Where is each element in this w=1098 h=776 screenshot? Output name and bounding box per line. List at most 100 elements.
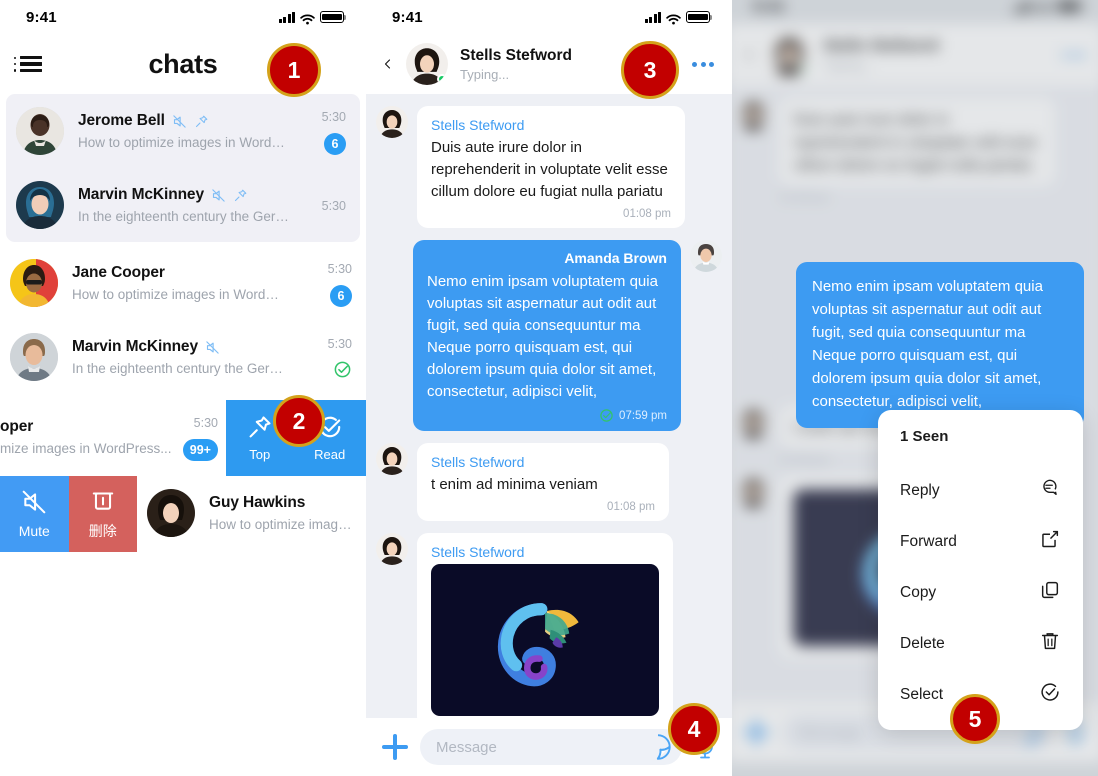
message-meta: 01:08 pm xyxy=(431,501,655,513)
message-time: 01:08 pm xyxy=(623,208,671,220)
message-preview: In the eighteenth century the German phi… xyxy=(78,209,290,224)
plus-icon[interactable] xyxy=(382,734,408,760)
unread-badge: 99+ xyxy=(182,438,218,461)
list-item-body: oper mize images in WordPress... xyxy=(0,418,183,456)
list-item[interactable]: Jane Cooper How to optimize images in Wo… xyxy=(0,246,366,320)
list-item-partial[interactable]: Guy Hawkins How to optimize images in W xyxy=(137,476,366,550)
list-item[interactable]: Marvin McKinney In the eighteenth centur… xyxy=(0,320,366,394)
message-time: 07:59 pm xyxy=(619,409,667,422)
conversation-screen: 9:41 Stells Stefword Typing... Stells St… xyxy=(366,0,732,776)
contact-name: Guy Hawkins xyxy=(209,494,306,511)
status-bar-icons xyxy=(644,11,713,23)
swipe-action-top[interactable]: Top xyxy=(247,414,273,462)
list-item-title-row: Jane Cooper xyxy=(72,264,320,282)
swipe-action-label: Mute xyxy=(18,523,50,539)
message-preview: In the eighteenth century the German phi… xyxy=(72,361,284,376)
timestamp: 5:30 xyxy=(321,199,346,213)
trash-icon xyxy=(90,487,116,516)
context-menu-label: Reply xyxy=(900,481,940,499)
mute-icon xyxy=(205,340,220,355)
list-item[interactable]: Jerome Bell How to optimize images in Wo… xyxy=(6,94,360,168)
cellular-signal-icon xyxy=(278,11,295,23)
avatar xyxy=(690,240,722,272)
chameleon-logo-image[interactable] xyxy=(431,564,659,716)
list-item-meta: 5:30 6 xyxy=(328,246,352,320)
screenshot-stage: 9:41 chats Jerome Bell How to optimize i… xyxy=(0,0,1098,776)
list-item-title-row: Jerome Bell xyxy=(78,112,314,130)
chevron-left-icon[interactable] xyxy=(382,54,394,74)
pin-icon xyxy=(194,114,209,129)
message-preview: How to optimize images in WordPress for.… xyxy=(78,135,290,150)
list-item-partial[interactable]: oper mize images in WordPress... 5:30 99… xyxy=(0,400,226,474)
message-bubble[interactable]: Stells Stefword t enim ad minima veniam … xyxy=(417,443,669,521)
list-item-title-row: oper xyxy=(0,418,175,436)
seen-count-label: 1 Seen xyxy=(900,428,949,445)
annotation-marker-2: 2 xyxy=(273,395,325,447)
chat-list: Jerome Bell How to optimize images in Wo… xyxy=(0,94,366,552)
wifi-icon xyxy=(666,12,681,23)
message-incoming: Stells Stefword Duis aute irure dolor in… xyxy=(376,106,722,228)
message-bubble[interactable]: Stells Stefword xyxy=(417,533,673,728)
avatar xyxy=(16,181,64,229)
context-menu-item-delete[interactable]: Delete xyxy=(878,618,1083,669)
message-text: Nemo enim ipsam voluptatem quia voluptas… xyxy=(812,278,1043,410)
context-menu-item-reply[interactable]: Reply xyxy=(878,465,1083,516)
avatar xyxy=(10,259,58,307)
message-preview: How to optimize images in WordPress for.… xyxy=(72,287,284,302)
sticker-icon[interactable] xyxy=(644,733,672,761)
list-item-title-row: Marvin McKinney xyxy=(72,338,320,356)
status-bar-time: 9:41 xyxy=(26,8,57,26)
battery-icon xyxy=(686,11,713,23)
forward-share-icon xyxy=(1039,528,1061,555)
avatar xyxy=(376,533,408,565)
context-menu-label: Forward xyxy=(900,532,957,550)
avatar xyxy=(16,107,64,155)
mute-icon xyxy=(172,114,187,129)
timestamp: 5:30 xyxy=(321,109,346,124)
highlighted-message-bubble[interactable]: Nemo enim ipsam voluptatem quia voluptas… xyxy=(796,262,1084,428)
message-sender: Stells Stefword xyxy=(431,117,525,133)
swipe-action-mute[interactable]: Mute xyxy=(0,476,69,552)
copy-icon xyxy=(1039,579,1061,606)
message-preview: How to optimize images in W xyxy=(209,517,358,532)
message-bubble[interactable]: Stells Stefword Duis aute irure dolor in… xyxy=(417,106,685,228)
contact-name: Marvin McKinney xyxy=(78,186,204,203)
context-menu-item-copy[interactable]: Copy xyxy=(878,567,1083,618)
timestamp: 5:30 xyxy=(327,337,352,351)
list-item-meta: 5:30 xyxy=(328,320,352,394)
list-item[interactable]: Marvin McKinney In the eighteenth centur… xyxy=(6,168,360,242)
message-incoming: Stells Stefword t enim ad minima veniam … xyxy=(376,443,722,521)
battery-icon xyxy=(320,11,347,23)
swipe-actions-mute-delete: Mute 删除 xyxy=(0,476,137,552)
pin-icon xyxy=(247,414,273,443)
swipe-action-label: Read xyxy=(314,447,346,462)
annotation-marker-4: 4 xyxy=(668,703,720,755)
message-input-placeholder: Message xyxy=(436,738,497,756)
swipe-action-delete[interactable]: 删除 xyxy=(68,476,137,552)
context-menu-item-forward[interactable]: Forward xyxy=(878,516,1083,567)
list-item-body: Jerome Bell How to optimize images in Wo… xyxy=(78,112,322,150)
list-item-body: Marvin McKinney In the eighteenth centur… xyxy=(78,186,322,224)
message-incoming-attachment: Stells Stefword xyxy=(376,533,722,728)
read-receipt-icon xyxy=(333,360,352,379)
message-sender: Stells Stefword xyxy=(431,454,525,470)
unread-badge: 6 xyxy=(324,132,346,155)
message-preview: mize images in WordPress... xyxy=(0,441,172,456)
mute-icon xyxy=(211,188,226,203)
context-menu-label: Select xyxy=(900,685,944,703)
list-item-title-row: Marvin McKinney xyxy=(78,186,314,204)
chat-group-pinned: Jerome Bell How to optimize images in Wo… xyxy=(6,94,360,242)
list-item-meta: 5:30 xyxy=(322,168,346,242)
list-item-body: Jane Cooper How to optimize images in Wo… xyxy=(72,264,328,302)
message-bubble[interactable]: Amanda Brown Nemo enim ipsam voluptatem … xyxy=(413,240,681,431)
avatar xyxy=(376,106,408,138)
more-horizontal-icon[interactable] xyxy=(690,56,716,73)
message-input[interactable]: Message xyxy=(420,729,682,765)
chats-list-screen: 9:41 chats Jerome Bell How to optimize i… xyxy=(0,0,366,776)
message-outgoing: Amanda Brown Nemo enim ipsam voluptatem … xyxy=(376,240,722,431)
avatar[interactable] xyxy=(406,43,448,85)
context-menu-label: Delete xyxy=(900,634,945,652)
list-menu-icon[interactable] xyxy=(14,56,42,72)
timestamp: 5:30 xyxy=(193,415,218,430)
annotation-marker-5: 5 xyxy=(950,694,1000,744)
